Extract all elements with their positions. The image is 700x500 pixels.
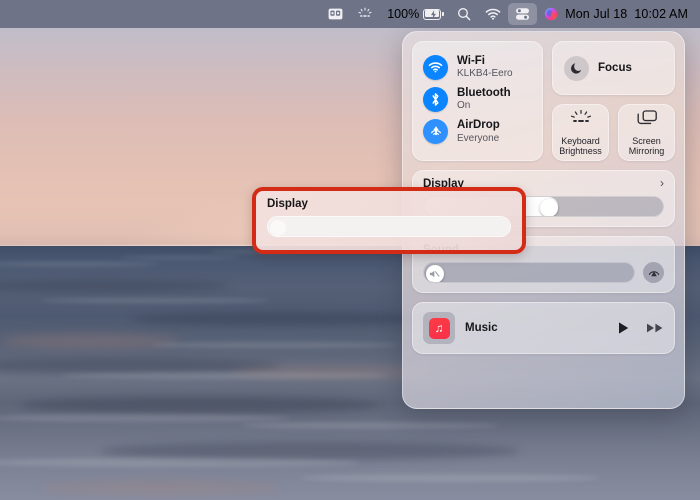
wifi-title: Wi-Fi <box>457 54 485 67</box>
wifi-icon <box>423 54 448 80</box>
control-focus[interactable]: Focus <box>552 41 675 95</box>
connectivity-tile: Wi-Fi KLKB4-Eero Bluetooth On AirDrop Ev… <box>412 41 543 161</box>
keyboard-brightness-label: Keyboard Brightness <box>559 135 602 156</box>
wifi-network-name: KLKB4-Eero <box>457 68 513 80</box>
airdrop-visibility: Everyone <box>457 132 500 144</box>
highlight-display-title: Display <box>267 198 308 210</box>
siri-icon[interactable] <box>537 3 565 25</box>
search-icon[interactable] <box>450 3 478 25</box>
menubar-time: 10:02 AM <box>634 7 688 21</box>
play-icon[interactable] <box>617 321 630 335</box>
control-airdrop[interactable]: AirDrop Everyone <box>413 115 542 147</box>
music-app-icon: ♫ <box>423 312 455 344</box>
airplay-audio-icon[interactable] <box>643 262 664 283</box>
control-center-icon[interactable] <box>508 3 538 25</box>
airdrop-icon <box>423 118 448 144</box>
sound-volume-slider[interactable] <box>423 262 635 283</box>
screen-mirroring-label: Screen Mirroring <box>628 135 665 156</box>
fast-forward-icon[interactable] <box>646 322 664 334</box>
highlight-display-slider[interactable] <box>267 216 511 237</box>
bluetooth-title: Bluetooth <box>457 86 511 99</box>
control-center-right-column: Focus Keyboard Brightness Screen Mirrori… <box>552 41 675 161</box>
music-label: Music <box>465 322 498 334</box>
battery-charging-icon[interactable] <box>423 3 450 25</box>
music-section[interactable]: ♫ Music <box>412 302 675 354</box>
screen-record-icon[interactable] <box>321 3 350 25</box>
chevron-right-icon[interactable]: › <box>660 177 664 189</box>
screen-mirroring-icon <box>636 109 658 132</box>
menubar-clock[interactable]: Mon Jul 18 10:02 AM <box>565 7 692 21</box>
wifi-icon[interactable] <box>478 3 508 25</box>
control-keyboard-brightness[interactable]: Keyboard Brightness <box>552 104 609 161</box>
control-screen-mirroring[interactable]: Screen Mirroring <box>618 104 675 161</box>
keyboard-brightness-icon[interactable] <box>350 3 380 25</box>
menu-bar: 100% Mon Jul 18 10:02 AM <box>0 0 700 28</box>
keyboard-brightness-icon <box>569 109 593 132</box>
bluetooth-icon <box>423 86 448 112</box>
speaker-mute-icon <box>429 270 440 277</box>
control-wifi[interactable]: Wi-Fi KLKB4-Eero <box>413 51 542 83</box>
menubar-date: Mon Jul 18 <box>565 7 628 21</box>
moon-icon <box>564 55 589 81</box>
bluetooth-status: On <box>457 100 471 112</box>
quick-tiles-row: Keyboard Brightness Screen Mirroring <box>552 104 675 161</box>
battery-percentage: 100% <box>387 7 420 21</box>
control-bluetooth[interactable]: Bluetooth On <box>413 83 542 115</box>
display-section-highlight[interactable]: Display <box>252 187 526 254</box>
airdrop-title: AirDrop <box>457 118 500 131</box>
focus-label: Focus <box>598 62 632 74</box>
music-note-icon: ♫ <box>428 317 450 339</box>
